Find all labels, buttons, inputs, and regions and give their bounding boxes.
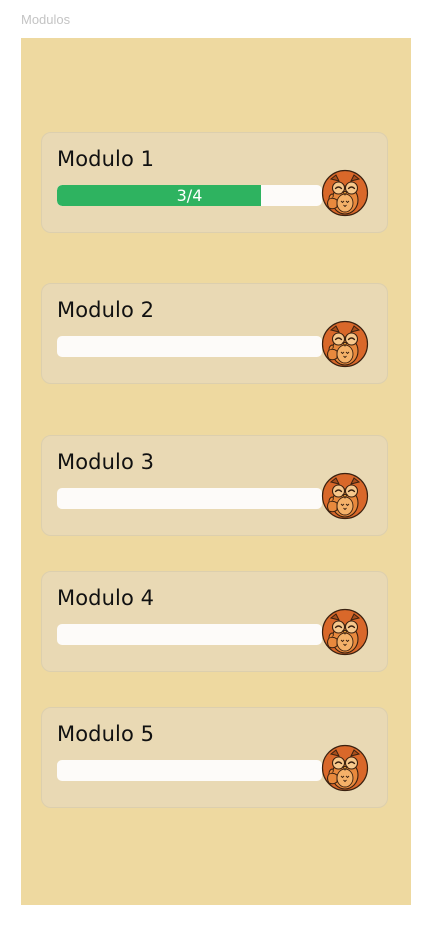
module-card-4[interactable]: Modulo 4 <box>41 571 388 672</box>
progress-bar: 3/4 <box>57 185 322 206</box>
module-title: Modulo 4 <box>57 586 155 610</box>
module-title: Modulo 1 <box>57 147 155 171</box>
progress-bar <box>57 488 322 509</box>
module-title: Modulo 5 <box>57 722 155 746</box>
progress-label: 3/4 <box>176 186 203 205</box>
module-card-2[interactable]: Modulo 2 <box>41 283 388 384</box>
progress-bar <box>57 760 322 781</box>
module-card-1[interactable]: Modulo 1 3/4 <box>41 132 388 233</box>
module-card-5[interactable]: Modulo 5 <box>41 707 388 808</box>
module-card-3[interactable]: Modulo 3 <box>41 435 388 536</box>
progress-bar <box>57 336 322 357</box>
progress-label <box>57 760 322 781</box>
modules-panel: Modulo 1 3/4 Modulo 2 Modulo 3 Modulo 4 … <box>21 38 411 905</box>
progress-bar <box>57 624 322 645</box>
owl-thumbs-up-icon <box>321 608 369 656</box>
module-title: Modulo 2 <box>57 298 155 322</box>
progress-label <box>57 624 322 645</box>
owl-thumbs-up-icon <box>321 472 369 520</box>
owl-thumbs-up-icon <box>321 744 369 792</box>
owl-thumbs-up-icon <box>321 320 369 368</box>
progress-label <box>57 488 322 509</box>
owl-thumbs-up-icon <box>321 169 369 217</box>
module-title: Modulo 3 <box>57 450 155 474</box>
progress-label <box>57 336 322 357</box>
frame-label: Modulos <box>21 12 71 27</box>
